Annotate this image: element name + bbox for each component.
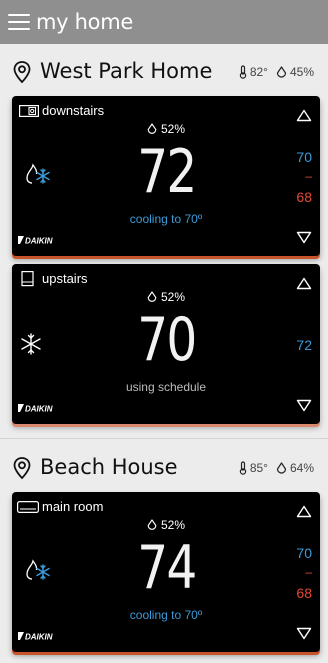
zone-name: downstairs [42,103,105,118]
heat-cool-mode-icon [26,559,50,580]
outdoor-humidity: 64% [289,461,314,475]
outdoor-humidity: 45% [289,65,314,79]
hamburger-menu-icon[interactable] [8,14,30,30]
zone-name: main room [42,499,104,514]
home-header-west-park[interactable]: West Park Home 82° 45% [0,52,328,92]
home-name: West Park Home [40,59,213,83]
current-temperature: 70 [136,305,197,375]
humidity-drop-icon [147,519,157,530]
current-temperature: 74 [136,533,197,603]
svg-text:DAIKIN: DAIKIN [25,405,53,414]
daikin-logo: DAIKIN [18,404,53,414]
cool-setpoint: 70 [296,149,312,165]
humidity-drop-icon [276,461,287,474]
heat-setpoint: 68 [296,189,312,205]
setpoint-separator: – [305,169,312,183]
outdoor-temperature: 82° [249,65,268,79]
app-title: my home [36,10,133,34]
home-header-beach-house[interactable]: Beach House 85° 64% [0,448,328,488]
setpoint-down-arrow-icon[interactable] [296,627,312,640]
daikin-logo: DAIKIN [18,236,53,246]
snowflake-icon [21,333,41,355]
setpoint-up-arrow-icon[interactable] [296,109,312,122]
zone-humidity: 52% [12,122,320,136]
setpoint-separator: – [305,565,312,579]
zone-status: cooling to 70º [129,608,203,622]
zone-status: using schedule [125,380,207,394]
zone-name: upstairs [42,271,88,286]
svg-text:DAIKIN: DAIKIN [25,633,53,642]
cool-setpoint: 70 [296,545,312,561]
outdoor-conditions: 82° 45% [239,65,314,79]
outdoor-conditions: 85° 64% [239,461,314,475]
current-temperature: 72 [136,137,197,207]
thermostat-device-icon [19,105,39,117]
air-unit-device-icon [17,501,39,513]
setpoint-up-arrow-icon[interactable] [296,277,312,290]
humidity-drop-icon [276,65,287,78]
location-pin-icon [13,61,31,84]
thermostat-device-icon [21,271,34,287]
zone-humidity: 52% [12,290,320,304]
humidity-drop-icon [147,123,157,134]
thermometer-icon [239,461,247,475]
app-header: my home [0,0,328,44]
thermometer-icon [239,65,247,79]
heat-cool-mode-icon [26,163,50,184]
setpoint-up-arrow-icon[interactable] [296,505,312,518]
humidity-drop-icon [147,291,157,302]
zone-card-upstairs[interactable]: upstairs 52% 70 using schedule 72 DAIKIN [12,264,320,424]
daikin-logo: DAIKIN [18,632,53,642]
home-divider [0,438,328,439]
zone-card-downstairs[interactable]: downstairs 52% 72 cooling to 70º 70 – 68… [12,96,320,256]
zone-status: cooling to 70º [129,212,203,226]
cool-setpoint: 72 [296,337,312,353]
home-name: Beach House [40,455,178,479]
setpoint-down-arrow-icon[interactable] [296,399,312,412]
zone-humidity: 52% [12,518,320,532]
zone-card-main-room[interactable]: main room 52% 74 cooling to 70º 70 – 68 … [12,492,320,652]
location-pin-icon [13,457,31,480]
setpoint-down-arrow-icon[interactable] [296,231,312,244]
heat-setpoint: 68 [296,585,312,601]
outdoor-temperature: 85° [249,461,268,475]
svg-text:DAIKIN: DAIKIN [25,237,53,246]
